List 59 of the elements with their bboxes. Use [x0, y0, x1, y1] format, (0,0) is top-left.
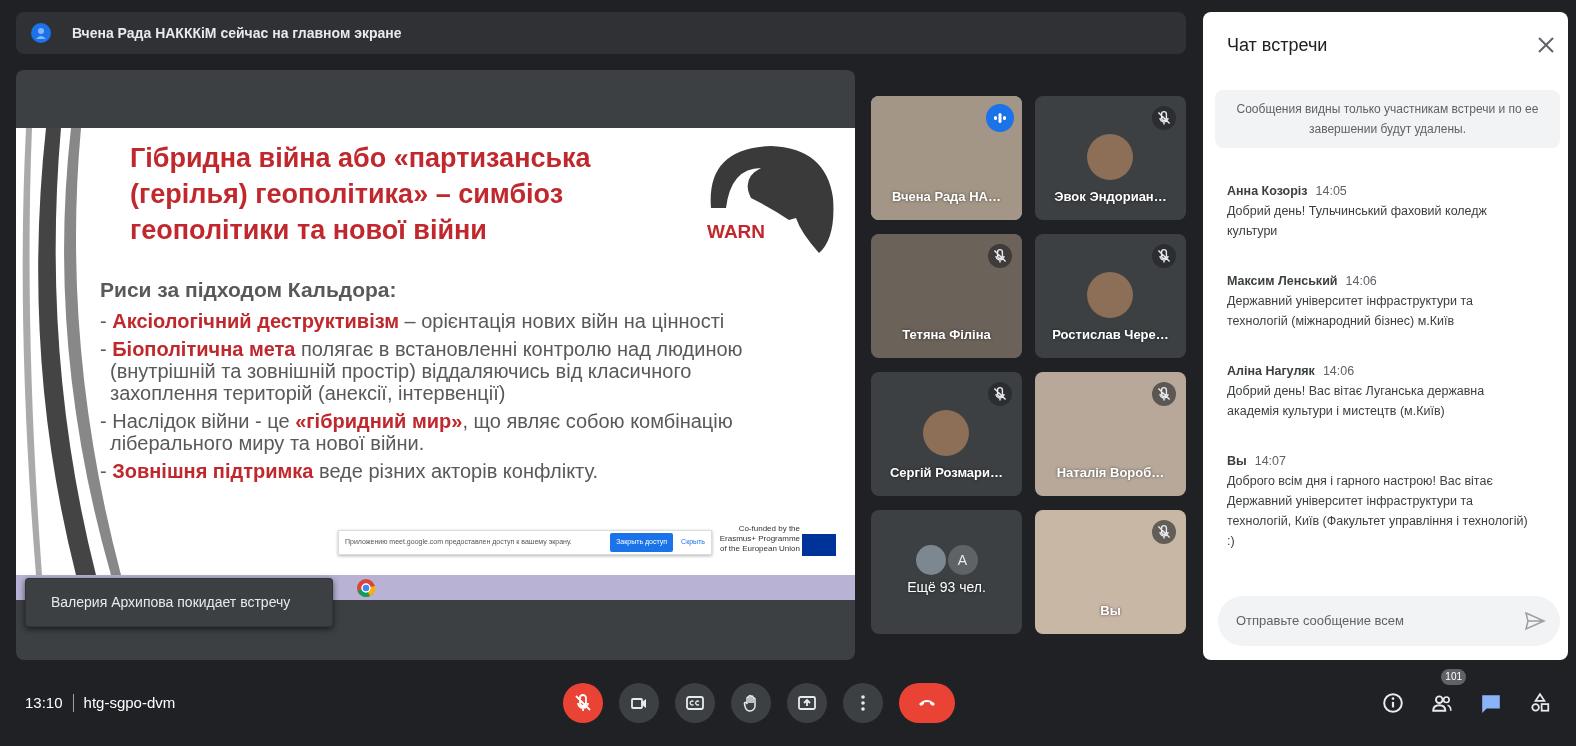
message-text: Доброго всім дня і гарного настрою! Вас вітає Державний університет інфраструктури та технологій, Київ (Факультет управління і технологій) :)	[1227, 473, 1528, 550]
message-field[interactable]: Отправьте сообщение всем	[1218, 596, 1560, 646]
message-sender: Анна Козоріз	[1227, 183, 1308, 200]
participant-name: Вы	[1099, 601, 1122, 620]
avatar-circle	[915, 545, 946, 575]
slide-bullet: - Аксіологічний деструктивізм – орієнтація нових війн на цінності	[100, 309, 726, 332]
avatar-letter: A	[947, 545, 978, 575]
avatar-circle	[1087, 272, 1133, 318]
logo-text: WARN	[707, 220, 766, 244]
avatar-circle	[1087, 134, 1133, 180]
message-text: Державний університет інфраструктури та технологій (міжнародний бізнес) м.Київ	[1227, 293, 1474, 330]
meeting-code: htg-sgpo-dvm	[83, 692, 176, 713]
funding-note: Co-funded by the Erasmus+ Programme of the European Union	[718, 524, 800, 554]
message-text: Добрий день! Тульчинський фаховий коледж культури	[1227, 203, 1488, 240]
participant-name: Вчена Рада НА…	[891, 187, 1002, 206]
slide-subtitle: Риси за підходом Кальдора:	[100, 277, 398, 303]
chat-notice: Сообщения видны только участникам встречи и по ее завершении будут удалены.	[1215, 90, 1560, 148]
captions-icon	[685, 693, 706, 713]
present-button[interactable]	[787, 683, 828, 723]
message-time: 14:07	[1254, 453, 1286, 470]
slide-bullet: - Біополітична мета полягає в встановленні контролю над людиною (внутрішній та зовнішній простір) віддаляючись від класичного захоплення територій (анексії, інтервенції)	[100, 337, 744, 404]
leave-notification: Валерия Архипова покидает встречу	[25, 578, 333, 627]
message-time: 14:06	[1322, 363, 1355, 380]
avatar-circle	[923, 410, 969, 456]
participant-name: Сергій Розмари…	[888, 463, 1005, 482]
info-icon	[1382, 692, 1404, 714]
present-screen-icon	[797, 693, 818, 713]
microphone-button[interactable]	[563, 683, 604, 723]
message-text: Добрий день! Вас вітає Луганська державна академія культури і мистецтв (м.Київ)	[1227, 383, 1486, 420]
slide-title: Гібридна війна або «партизанська (герілья) геополітика» – симбіоз геополітики та нової війни	[130, 142, 592, 247]
participant-name: Наталія Вороб…	[1055, 463, 1166, 482]
end-call-button[interactable]	[899, 683, 956, 723]
clock-time: 13:10	[25, 692, 63, 713]
presenter-banner-text: Вчена Рада НАКККіМ сейчас на главном экране	[72, 23, 402, 43]
shapes-icon	[1529, 692, 1551, 714]
participant-count: 101	[1441, 669, 1466, 685]
slide-bullet: - Зовнішня підтримка веде різних акторів конфлікту.	[100, 459, 600, 482]
chat-title: Чат встречи	[1227, 33, 1328, 57]
chat-bubble-icon	[1480, 692, 1502, 714]
message-sender: Аліна Нагуляк	[1227, 363, 1315, 380]
flag-icon	[802, 534, 836, 556]
browser-icon	[356, 577, 376, 598]
participant-name: Тетяна Філіна	[901, 325, 992, 344]
message-input[interactable]: Отправьте сообщение всем	[1234, 610, 1524, 632]
captions-button[interactable]	[675, 683, 716, 723]
message-sender: Максим Ленський	[1227, 273, 1338, 290]
message-time: 14:05	[1315, 183, 1347, 200]
message-sender: Вы	[1227, 453, 1247, 470]
participant-name: Ростислав Чере…	[1051, 325, 1170, 344]
more-options-icon	[861, 695, 866, 711]
presenter-icon	[30, 22, 52, 44]
raise-hand-button[interactable]	[731, 683, 772, 723]
more-options-button[interactable]	[843, 683, 884, 723]
close-icon[interactable]	[1538, 37, 1554, 53]
camera-button[interactable]	[619, 683, 660, 723]
slide-bullet: - Наслідок війни - це «гібридний мир», що являє собою комбінацію ліберального миру та нової війни.	[100, 409, 734, 454]
participant-name: Эвок Эндориан…	[1053, 187, 1168, 206]
message-time: 14:06	[1345, 273, 1377, 290]
participant-name: Ещё 93 чел.	[906, 578, 987, 597]
